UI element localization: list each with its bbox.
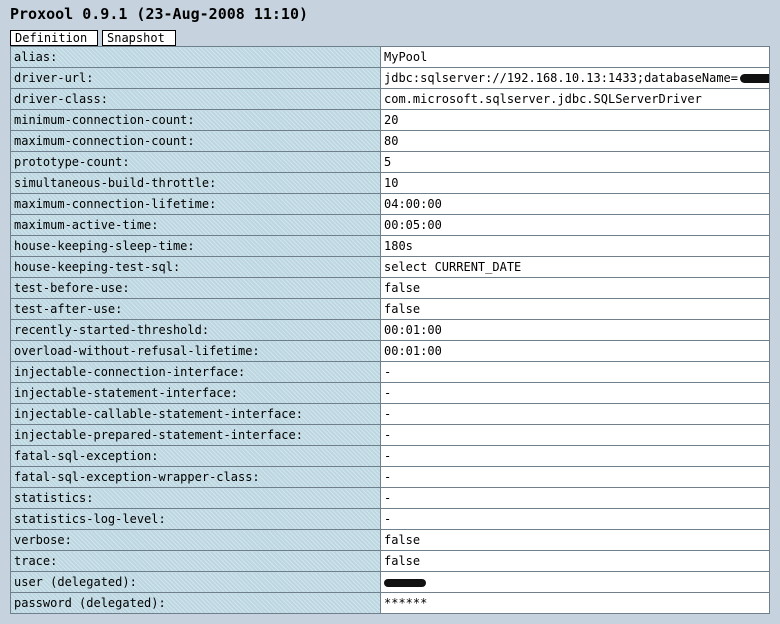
property-value: MyPool [380, 46, 770, 68]
table-row: house-keeping-test-sql: select CURRENT_DA… [10, 256, 770, 278]
table-row: fatal-sql-exception-wrapper-class: - [10, 466, 770, 488]
table-row: injectable-statement-interface: - [10, 382, 770, 404]
property-value: 5 [380, 151, 770, 173]
tab-bar: Definition Snapshot [10, 30, 176, 46]
property-name: maximum-connection-lifetime: [10, 193, 381, 215]
property-name: overload-without-refusal-lifetime: [10, 340, 381, 362]
property-value: false [380, 529, 770, 551]
property-name: injectable-prepared-statement-interface: [10, 424, 381, 446]
driver-url-text: jdbc:sqlserver://192.168.10.13:1433;data… [384, 71, 739, 85]
table-row: injectable-prepared-statement-interface:… [10, 424, 770, 446]
property-value: 00:01:00 [380, 319, 770, 341]
table-row: user (delegated): [10, 571, 770, 593]
property-value: 20 [380, 109, 770, 131]
table-row: trace: false [10, 550, 770, 572]
property-value: com.microsoft.sqlserver.jdbc.SQLServerDr… [380, 88, 770, 110]
property-value: 10 [380, 172, 770, 194]
property-name: prototype-count: [10, 151, 381, 173]
tab-definition[interactable]: Definition [10, 30, 98, 46]
property-name: recently-started-threshold: [10, 319, 381, 341]
property-value: 04:00:00 [380, 193, 770, 215]
property-value: - [380, 466, 770, 488]
property-value: - [380, 424, 770, 446]
property-name: statistics: [10, 487, 381, 509]
property-name: password (delegated): [10, 592, 381, 614]
property-name: house-keeping-sleep-time: [10, 235, 381, 257]
table-row: house-keeping-sleep-time: 180s [10, 235, 770, 257]
property-name: simultaneous-build-throttle: [10, 172, 381, 194]
property-value: 80 [380, 130, 770, 152]
property-value: - [380, 487, 770, 509]
property-value: 00:05:00 [380, 214, 770, 236]
property-name: injectable-statement-interface: [10, 382, 381, 404]
table-row: maximum-active-time: 00:05:00 [10, 214, 770, 236]
property-name: user (delegated): [10, 571, 381, 593]
table-row: overload-without-refusal-lifetime: 00:01:… [10, 340, 770, 362]
property-name: driver-class: [10, 88, 381, 110]
redacted-scribble-icon [384, 578, 426, 587]
property-name: driver-url: [10, 67, 381, 89]
table-row: statistics-log-level: - [10, 508, 770, 530]
property-value: false [380, 298, 770, 320]
property-value: - [380, 508, 770, 530]
property-name: maximum-connection-count: [10, 130, 381, 152]
property-name: test-after-use: [10, 298, 381, 320]
table-row: simultaneous-build-throttle: 10 [10, 172, 770, 194]
table-row: recently-started-threshold: 00:01:00 [10, 319, 770, 341]
property-name: alias: [10, 46, 381, 68]
property-name: trace: [10, 550, 381, 572]
tab-snapshot[interactable]: Snapshot [102, 30, 176, 46]
table-row: fatal-sql-exception: - [10, 445, 770, 467]
table-row: injectable-callable-statement-interface:… [10, 403, 770, 425]
property-name: verbose: [10, 529, 381, 551]
property-value: - [380, 403, 770, 425]
property-value: false [380, 277, 770, 299]
page-title: Proxool 0.9.1 (23-Aug-2008 11:10) [10, 5, 309, 23]
table-row: alias: MyPool [10, 46, 770, 68]
definition-table: alias: MyPool driver-url: jdbc:sqlserver:/… [10, 46, 770, 614]
property-name: statistics-log-level: [10, 508, 381, 530]
property-value: 00:01:00 [380, 340, 770, 362]
property-name: minimum-connection-count: [10, 109, 381, 131]
property-value: false [380, 550, 770, 572]
property-name: test-before-use: [10, 277, 381, 299]
table-row: test-before-use: false [10, 277, 770, 299]
table-row: statistics: - [10, 487, 770, 509]
table-row: injectable-connection-interface: - [10, 361, 770, 383]
table-row: password (delegated): ****** [10, 592, 770, 614]
property-value: ****** [380, 592, 770, 614]
property-name: fatal-sql-exception-wrapper-class: [10, 466, 381, 488]
property-name: fatal-sql-exception: [10, 445, 381, 467]
property-name: injectable-callable-statement-interface: [10, 403, 381, 425]
property-name: injectable-connection-interface: [10, 361, 381, 383]
table-row: maximum-connection-count: 80 [10, 130, 770, 152]
property-value: - [380, 445, 770, 467]
property-value: - [380, 361, 770, 383]
table-row: verbose: false [10, 529, 770, 551]
table-row: maximum-connection-lifetime: 04:00:00 [10, 193, 770, 215]
redacted-scribble-icon [740, 74, 769, 83]
property-name: maximum-active-time: [10, 214, 381, 236]
property-value: 180s [380, 235, 770, 257]
table-row: driver-class: com.microsoft.sqlserver.jdb… [10, 88, 770, 110]
table-row: minimum-connection-count: 20 [10, 109, 770, 131]
property-value [380, 571, 770, 593]
property-name: house-keeping-test-sql: [10, 256, 381, 278]
table-row: prototype-count: 5 [10, 151, 770, 173]
property-value: jdbc:sqlserver://192.168.10.13:1433;data… [380, 67, 770, 89]
property-value: - [380, 382, 770, 404]
table-row: driver-url: jdbc:sqlserver://192.168.10.1… [10, 67, 770, 89]
property-value: select CURRENT_DATE [380, 256, 770, 278]
table-row: test-after-use: false [10, 298, 770, 320]
